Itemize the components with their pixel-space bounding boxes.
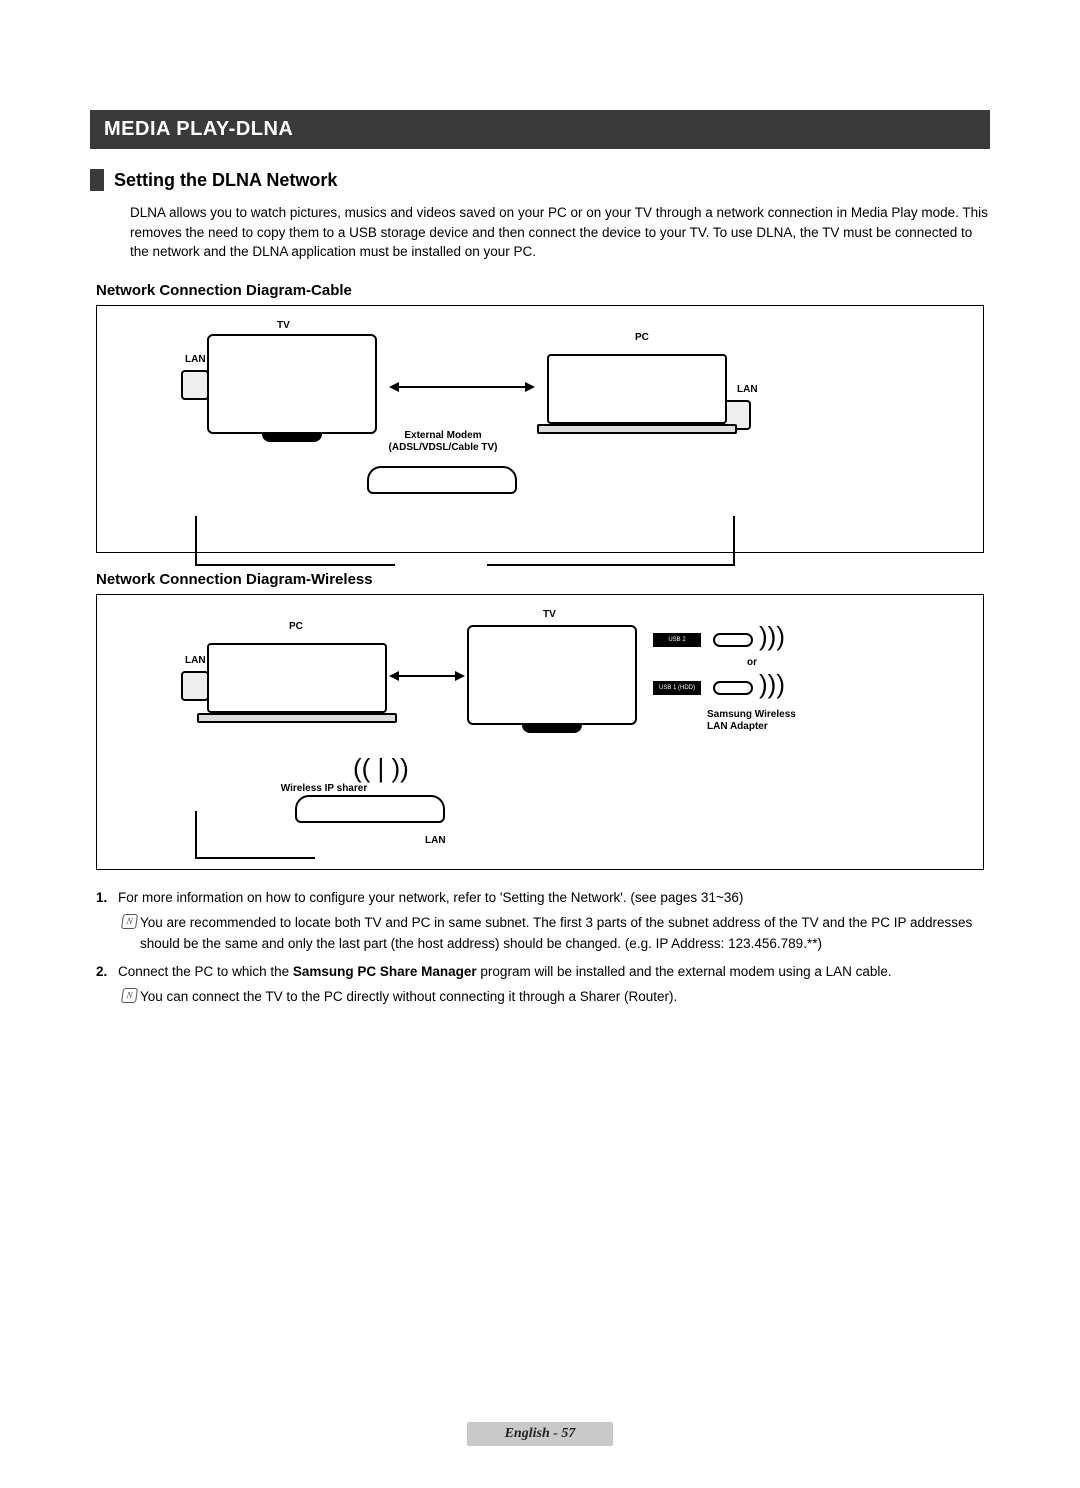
wireless-lan-bottom-label: LAN [425, 835, 446, 846]
note-icon: N [118, 913, 140, 955]
laptop-icon [207, 643, 387, 713]
cable-lan-left-label: LAN [185, 354, 206, 365]
wireless-diagram-heading: Network Connection Diagram-Wireless [96, 571, 990, 588]
usb1-port-label: USB 1 (HDD) [653, 681, 701, 695]
cable-modem-label1: External Modem [373, 430, 513, 441]
usb2-port-label: USB 2 [653, 633, 701, 647]
step-2-bold: Samsung PC Share Manager [293, 964, 477, 979]
bidirectional-arrow-icon [397, 675, 457, 677]
lan-port-icon [181, 671, 209, 701]
note-icon: N [118, 987, 140, 1008]
wireless-adapter-label1: Samsung Wireless [707, 709, 827, 720]
step-2: 2. Connect the PC to which the Samsung P… [96, 962, 984, 1008]
section-marker [90, 169, 104, 191]
step-2-note-text: You can connect the TV to the PC directl… [140, 987, 677, 1008]
step-number: 2. [96, 962, 118, 1008]
cable-line [487, 516, 735, 566]
instruction-list: 1. For more information on how to config… [96, 888, 984, 1009]
cable-modem-label2: (ADSL/VDSL/Cable TV) [373, 442, 513, 453]
step-1-note-text: You are recommended to locate both TV an… [140, 913, 984, 955]
cable-line [195, 811, 315, 859]
step-number: 1. [96, 888, 118, 955]
step-2-text-a: Connect the PC to which the [118, 964, 293, 979]
wireless-tv-label: TV [543, 609, 556, 620]
cable-lan-right-label: LAN [737, 384, 758, 395]
wifi-waves-icon: ))) [759, 669, 785, 700]
wifi-waves-icon: ))) [759, 621, 785, 652]
section-intro: DLNA allows you to watch pictures, music… [130, 203, 990, 262]
cable-pc-label: PC [635, 332, 649, 343]
step-1-text: For more information on how to configure… [118, 890, 743, 905]
wireless-adapter-label2: LAN Adapter [707, 721, 827, 732]
laptop-icon [547, 354, 727, 424]
wifi-waves-icon: (( | )) [353, 753, 409, 784]
page-footer: English - 57 [0, 1422, 1080, 1446]
step-1: 1. For more information on how to config… [96, 888, 984, 955]
tv-stand-icon [262, 434, 322, 442]
wireless-diagram: TV PC LAN LAN Wireless IP sharer Samsung… [96, 594, 984, 870]
laptop-base-icon [537, 424, 737, 434]
modem-icon [367, 466, 517, 494]
tv-stand-icon [522, 725, 582, 733]
wireless-lan-left-label: LAN [185, 655, 206, 666]
cable-tv-label: TV [277, 320, 290, 331]
tv-icon [467, 625, 637, 725]
cable-diagram-heading: Network Connection Diagram-Cable [96, 282, 990, 299]
usb-dongle-icon [713, 633, 753, 647]
section-heading-row: Setting the DLNA Network [90, 169, 990, 191]
step-1-note: N You are recommended to locate both TV … [118, 913, 984, 955]
cable-line [195, 516, 395, 566]
section-title: Setting the DLNA Network [114, 170, 337, 191]
wireless-pc-label: PC [289, 621, 303, 632]
step-2-text-b: program will be installed and the extern… [477, 964, 892, 979]
wireless-router-label: Wireless IP sharer [269, 783, 379, 794]
cable-diagram: TV PC LAN LAN External Modem (ADSL/VDSL/… [96, 305, 984, 553]
footer-language: English - [505, 1426, 562, 1441]
bidirectional-arrow-icon [397, 386, 527, 388]
router-icon [295, 795, 445, 823]
tv-icon [207, 334, 377, 434]
footer-page-number: 57 [561, 1426, 575, 1441]
wireless-or-label: or [747, 657, 757, 668]
usb-dongle-icon [713, 681, 753, 695]
lan-port-icon [181, 370, 209, 400]
step-2-note: N You can connect the TV to the PC direc… [118, 987, 984, 1008]
chapter-title: MEDIA PLAY-DLNA [90, 110, 990, 149]
laptop-base-icon [197, 713, 397, 723]
